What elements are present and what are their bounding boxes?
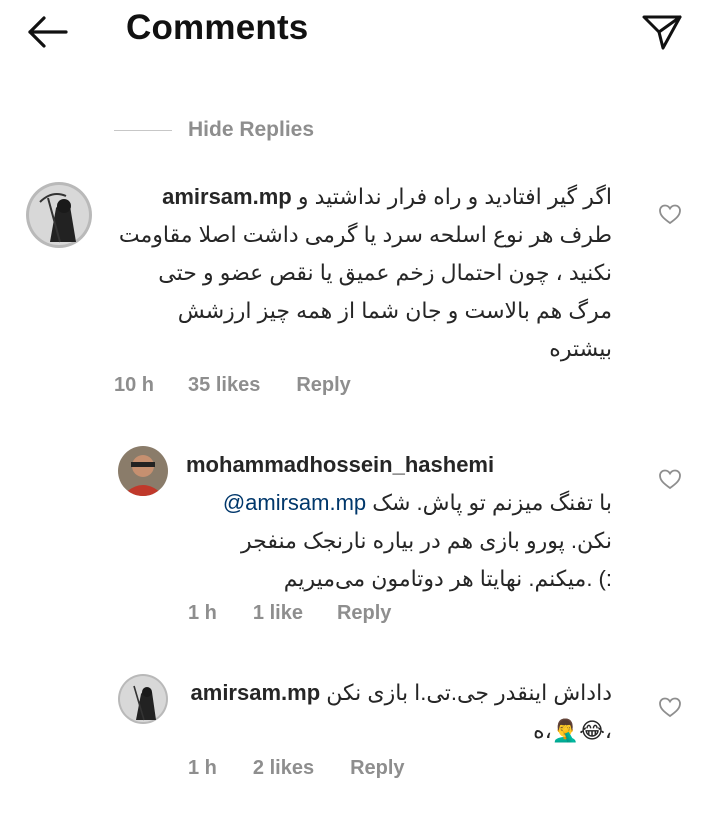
comment-likes[interactable]: 2 likes	[253, 757, 314, 780]
comment-likes[interactable]: 35 likes	[188, 374, 260, 397]
reaper-avatar-image	[26, 182, 92, 248]
comment-username[interactable]: mohammadhossein_hashemi	[186, 452, 494, 477]
comment-text: mohammadhossein_hashemi @amirsam.mp با ت…	[186, 446, 612, 598]
back-button[interactable]	[26, 12, 70, 52]
comment-meta: 10 h 35 likes Reply	[114, 374, 351, 397]
comment-time: 1 h	[188, 602, 217, 624]
reply-button[interactable]: Reply	[296, 374, 350, 397]
reaper-avatar-image	[118, 674, 168, 724]
comment-time: 10 h	[114, 374, 155, 396]
comment-body: داداش اینقدر جی.تی.ا بازی نکن ،😂🤦‍♂️،ه	[326, 680, 612, 743]
comment-username[interactable]: amirsam.mp	[162, 184, 292, 209]
avatar[interactable]	[26, 182, 92, 248]
heart-icon[interactable]	[658, 696, 682, 718]
page-title: Comments	[126, 8, 309, 47]
comment-username[interactable]: amirsam.mp	[191, 680, 321, 705]
comment-meta: 1 h 2 likes Reply	[188, 757, 405, 780]
avatar[interactable]	[118, 446, 168, 496]
mention-link[interactable]: @amirsam.mp	[223, 490, 366, 515]
comment-time: 1 h	[188, 757, 217, 779]
comment-text: amirsam.mp اگر گیر افتادید و راه فرار ند…	[112, 178, 612, 368]
comment-text: amirsam.mp داداش اینقدر جی.تی.ا بازی نکن…	[186, 674, 612, 750]
comment-likes[interactable]: 1 like	[253, 602, 303, 625]
comment-body: اگر گیر افتادید و راه فرار نداشتید و طرف…	[118, 184, 612, 361]
share-button[interactable]	[640, 10, 684, 54]
comment-meta: 1 h 1 like Reply	[188, 602, 391, 625]
heart-icon[interactable]	[658, 468, 682, 490]
header-bar: Comments	[0, 0, 717, 64]
reply-button[interactable]: Reply	[350, 757, 404, 780]
paper-plane-icon	[642, 15, 682, 50]
avatar[interactable]	[118, 674, 168, 724]
replies-divider	[114, 129, 172, 131]
reply-button[interactable]: Reply	[337, 602, 391, 625]
arrow-left-icon	[28, 16, 68, 48]
hide-replies-button[interactable]: Hide Replies	[114, 116, 314, 144]
user-photo-avatar-image	[118, 446, 168, 496]
hide-replies-label: Hide Replies	[188, 118, 315, 141]
heart-icon[interactable]	[658, 203, 682, 225]
